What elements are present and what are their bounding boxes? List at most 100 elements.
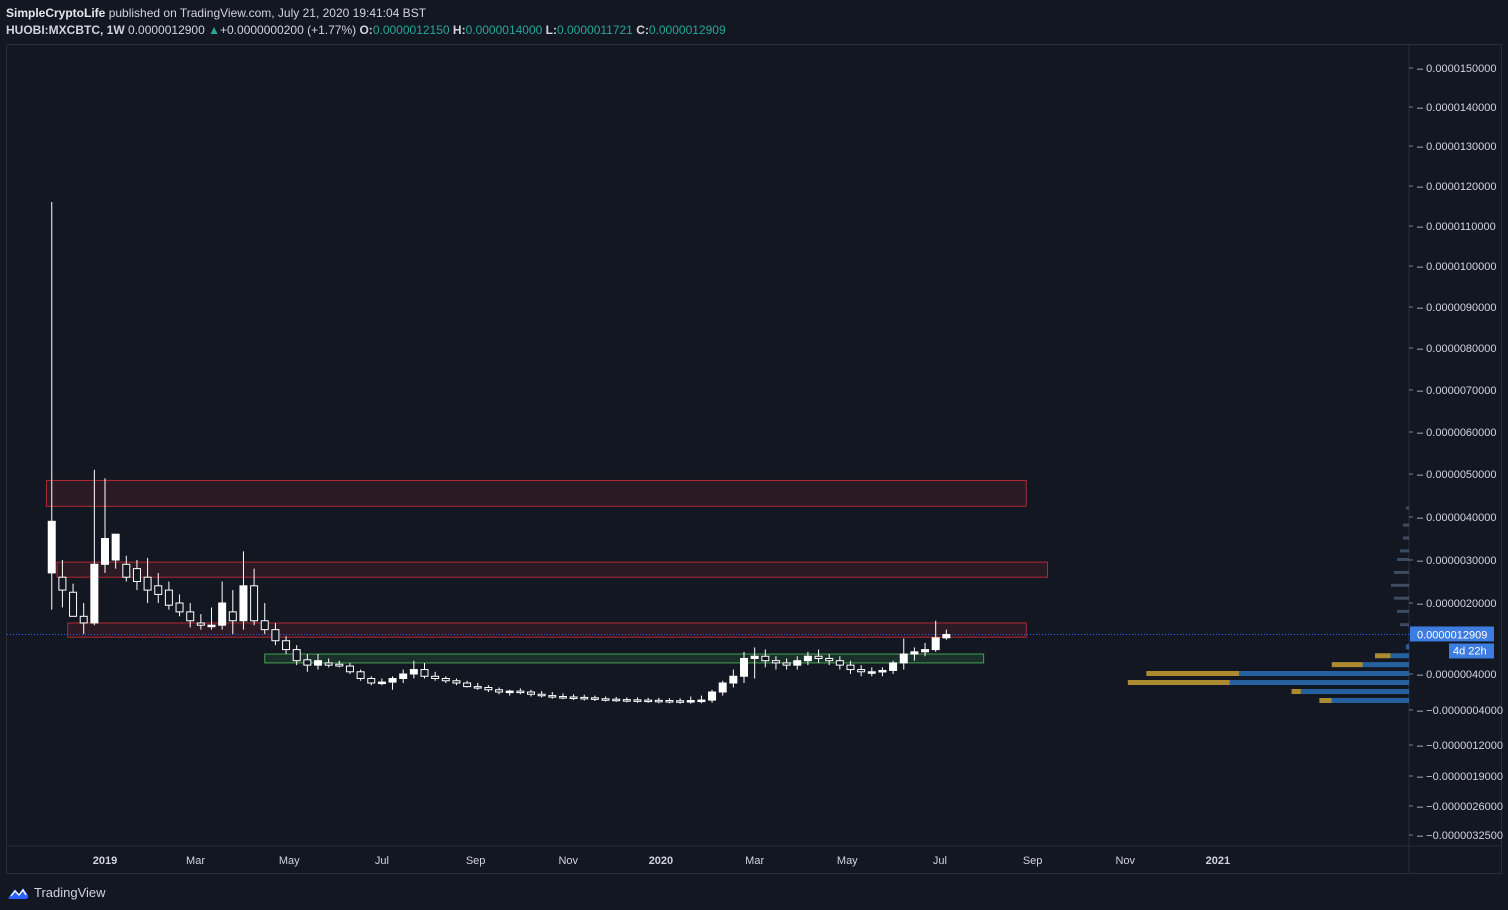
volume-profile-bar [1362,662,1409,668]
candle-body [111,533,120,561]
tradingview-brand: TradingView [34,884,106,900]
volume-profile-bar-gold [1375,653,1391,659]
candle-body [569,696,578,699]
candle-body [505,690,514,694]
candle-body [69,591,78,617]
volume-profile-bar [1400,549,1409,553]
candle-body [878,669,887,673]
time-tick-label: Jul [933,855,947,867]
price-tick-label: – 0.0000110000 [1417,221,1496,233]
price-tick-label: – 0.0000004000 [1417,669,1497,681]
price-tick-label: – 0.0000080000 [1417,343,1497,355]
price-tick-label: – 0.0000090000 [1417,302,1497,314]
candle-body [740,657,748,677]
volume-profile-bar [1331,698,1409,703]
candle-body [431,675,440,679]
candle-body [654,699,663,703]
candle-body [612,698,621,702]
volume-profile-bar-gold [1146,671,1240,676]
time-tick-label: Nov [1115,855,1135,867]
volume-profile-bar [1239,671,1409,676]
candle-body [889,662,898,671]
volume-profile-bar-gold [1291,689,1301,694]
candle-body [633,699,642,702]
time-tick-label: Mar [745,855,764,867]
candle-body [644,699,653,703]
candle-body [516,690,525,694]
volume-profile-bar [1403,536,1409,540]
volume-profile-bar [1405,644,1409,650]
candle-body [132,568,141,582]
candle-body [356,671,365,679]
candle-body [899,653,908,664]
candle-body [409,669,418,675]
candle-body [58,576,67,591]
candle-body [942,633,951,639]
volume-profile-bar [1394,596,1409,600]
candle-body [345,665,354,673]
candle-body [47,520,56,574]
candle-body [218,602,227,626]
candle-body [622,699,631,702]
candle-body [558,696,567,699]
candle-body [590,697,599,700]
candle-body [420,669,429,677]
resistance-zone [56,561,1049,578]
tradingview-footer[interactable]: TradingView [6,881,106,903]
candle-body [388,678,397,683]
support-zone [264,653,985,664]
candle-body [921,649,930,653]
price-chart[interactable]: – 0.0000150000 – 0.0000140000 – 0.00001300… [0,0,1508,880]
countdown-label: 4d 22h [1453,645,1487,657]
candle-body [196,622,205,626]
candle-body [825,657,834,662]
candle-body [399,673,408,679]
candle-body [463,682,472,688]
volume-profile-bar-gold [1127,680,1230,685]
candle-body [867,671,876,674]
volume-profile-bar [1300,689,1409,694]
candle-body [164,589,173,606]
time-tick-label: Jul [375,855,389,867]
price-tick-label: – 0.0000060000 [1417,427,1497,439]
candle-body [207,624,216,628]
price-tick-label: – 0.0000100000 [1417,261,1497,273]
volume-profile-bar-gold [1319,698,1332,703]
price-tick-label: – −0.0000019000 [1417,771,1503,783]
time-tick-label: Nov [558,855,578,867]
volume-profile-bar [1400,623,1409,627]
candle-body [473,686,482,689]
time-tick-label: 2019 [93,855,117,867]
price-tick-label: – 0.0000050000 [1417,469,1497,481]
candle-body [846,664,855,671]
price-tick-label: – −0.0000004000 [1417,705,1503,717]
time-tick-label: Sep [466,855,486,867]
candle-body [314,660,322,666]
candle-body [122,563,131,578]
candle-body [154,585,163,595]
volume-profile-bar [1397,558,1409,561]
candle-body [260,620,269,631]
candle-body [367,678,376,684]
volume-profile-bar [1391,583,1409,587]
candle-body [814,655,823,659]
candle-body [527,691,535,695]
volume-profile-bar [1394,570,1409,574]
candle-body [729,675,738,684]
candle-body [708,691,717,701]
price-tick-label: – 0.0000130000 [1417,141,1497,153]
candle-body [292,649,301,662]
candle-body [580,696,589,700]
candle-body [452,680,461,684]
candle-body [686,700,695,703]
price-tick-label: – 0.0000140000 [1417,102,1497,114]
candle-body [665,700,674,703]
candle-body [537,693,546,697]
volume-profile-bar [1406,506,1409,510]
candle-body [495,689,504,693]
candle-body [782,662,791,666]
candle-body [910,651,919,655]
candle-body [601,698,610,701]
tradingview-cloud-icon [8,888,29,899]
price-tick-label: – 0.0000040000 [1417,512,1497,524]
